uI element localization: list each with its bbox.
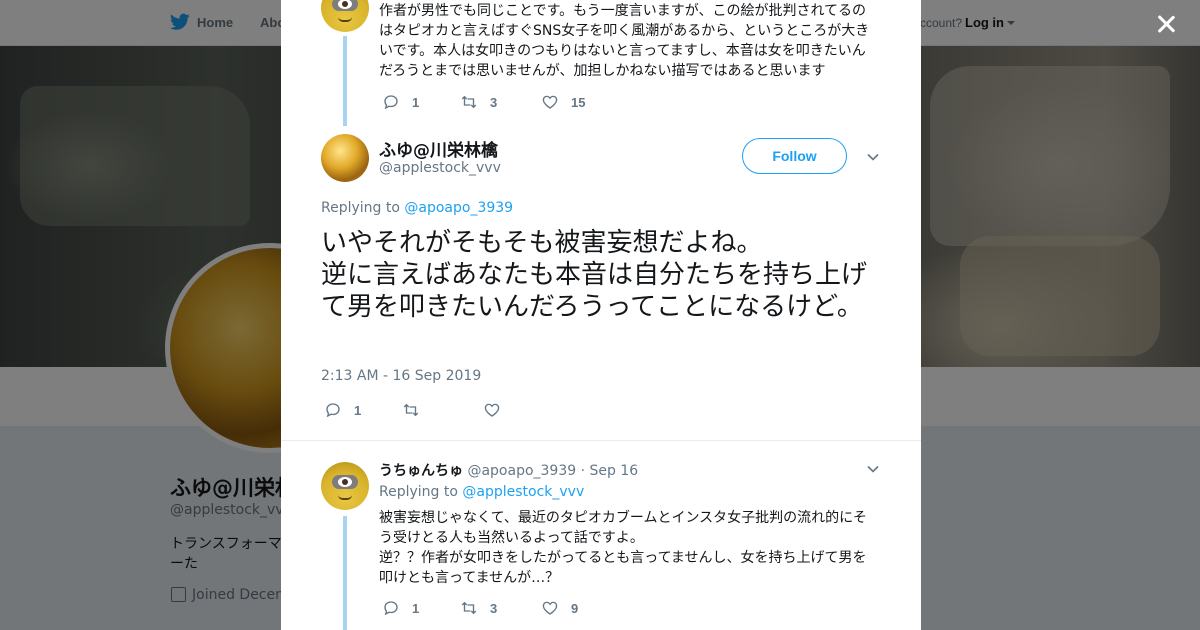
retweet-button[interactable]: 3 <box>460 599 541 617</box>
retweet-button[interactable] <box>402 401 483 419</box>
reply-tweet-header: うちゅんちゅ @apoapo_3939 · Sep 16 <box>379 460 638 480</box>
reply-replying-to-line: Replying to @applestock_vvv <box>379 484 585 500</box>
tweet-timestamp[interactable]: 2:13 AM - 16 Sep 2019 <box>321 368 481 384</box>
close-icon[interactable] <box>1153 11 1179 37</box>
replying-to-line: Replying to @apoapo_3939 <box>321 200 514 216</box>
tweet-permalink-modal: 作者が男性でも同じことです。もう一度言いますが、この絵が批判されてるのはタピオカ… <box>281 0 921 630</box>
reply-author-handle[interactable]: @apoapo_3939 <box>467 463 576 479</box>
reply-button[interactable]: 1 <box>382 93 460 111</box>
follow-button[interactable]: Follow <box>742 138 847 174</box>
reply-icon <box>326 403 340 418</box>
avatar[interactable] <box>321 134 369 182</box>
like-button[interactable]: 15 <box>541 93 585 111</box>
thread-connector-line <box>343 516 347 630</box>
divider <box>281 440 921 441</box>
main-tweet-actions: 1 <box>324 400 501 420</box>
chevron-down-icon[interactable] <box>867 153 879 161</box>
retweet-icon <box>403 403 419 417</box>
retweet-button[interactable]: 3 <box>460 93 541 111</box>
like-button[interactable]: 9 <box>541 599 578 617</box>
retweet-icon <box>461 95 477 109</box>
reply-button[interactable]: 1 <box>382 599 460 617</box>
ancestor-tweet-text: 作者が男性でも同じことです。もう一度言いますが、この絵が批判されてるのはタピオカ… <box>379 3 870 79</box>
avatar[interactable] <box>321 0 369 32</box>
replying-to-link[interactable]: @apoapo_3939 <box>404 200 513 216</box>
reply-date[interactable]: · Sep 16 <box>581 463 639 479</box>
tweet-author-name[interactable]: ふゆ@川栄林檎 <box>379 136 498 161</box>
thread-connector-line <box>343 36 347 126</box>
like-icon <box>542 601 558 615</box>
retweet-icon <box>461 601 477 615</box>
reply-author-name[interactable]: うちゅんちゅ <box>379 463 463 479</box>
avatar[interactable] <box>321 462 369 510</box>
reply-button[interactable]: 1 <box>324 401 402 419</box>
replying-to-link[interactable]: @applestock_vvv <box>462 484 584 500</box>
like-button[interactable] <box>483 401 501 419</box>
reply-icon <box>384 95 398 110</box>
like-icon <box>542 95 558 109</box>
reply-icon <box>384 601 398 616</box>
like-icon <box>484 403 500 417</box>
reply-tweet-actions: 1 3 9 <box>382 598 578 618</box>
chevron-down-icon[interactable] <box>867 465 879 473</box>
ancestor-tweet-actions: 1 3 15 <box>382 92 585 112</box>
tweet-author-handle[interactable]: @applestock_vvv <box>379 160 501 176</box>
main-tweet-text: いやそれがそもそも被害妄想だよね。 逆に言えばあなたも本音は自分たちを持ち上げて… <box>321 228 868 322</box>
reply-tweet-text: 被害妄想じゃなくて、最近のタピオカブームとインスタ女子批判の流れ的にそう受けとる… <box>379 510 867 586</box>
